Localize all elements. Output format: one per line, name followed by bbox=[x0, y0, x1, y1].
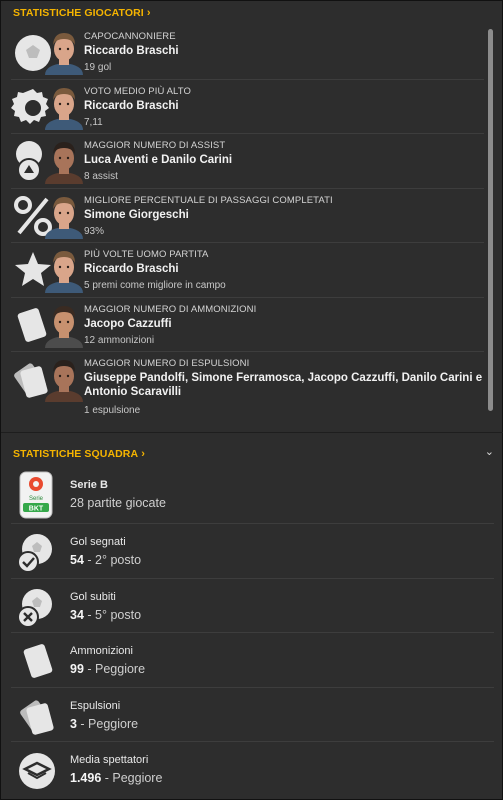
player-name-link[interactable]: Riccardo Braschi bbox=[84, 262, 484, 276]
player-stats-list: CAPOCANNONIERE Riccardo Braschi 19 gol VOTO… bbox=[11, 25, 484, 428]
player-name-link[interactable]: Luca Aventi e Danilo Carini bbox=[84, 153, 484, 167]
team-goals-conceded-row[interactable]: Gol subiti 34 - 5° posto bbox=[11, 579, 494, 633]
player-stat-row[interactable]: MAGGIOR NUMERO DI ESPULSIONI Giuseppe Pan… bbox=[11, 352, 484, 428]
stat-category: MAGGIOR NUMERO DI ASSIST bbox=[84, 140, 226, 151]
team-stats-list: Serie BKT Serie B 28 partite giocate Gol… bbox=[11, 466, 494, 797]
stat-category: PIÙ VOLTE UOMO PARTITA bbox=[84, 249, 209, 260]
stat-category: CAPOCANNONIERE bbox=[84, 31, 176, 42]
player-stat-row[interactable]: CAPOCANNONIERE Riccardo Braschi 19 gol bbox=[11, 25, 484, 80]
player-avatar[interactable] bbox=[41, 138, 87, 184]
section-divider bbox=[1, 432, 503, 433]
yellow-cards-value: 99 bbox=[70, 662, 84, 676]
player-stats-header[interactable]: STATISTICHE GIOCATORI › bbox=[1, 1, 503, 25]
attendance-rank: - Peggiore bbox=[101, 771, 163, 785]
chevron-right-icon: › bbox=[146, 7, 151, 19]
player-avatar[interactable] bbox=[41, 84, 87, 130]
player-stat-row[interactable]: PIÙ VOLTE UOMO PARTITA Riccardo Braschi 5 … bbox=[11, 243, 484, 298]
player-name-link[interactable]: Giuseppe Pandolfi, Simone Ferramosca, Ja… bbox=[84, 371, 484, 399]
goals-conceded-rank: - 5° posto bbox=[83, 607, 142, 622]
stat-value: 5 premi come migliore in campo bbox=[84, 280, 226, 291]
team-attendance-row[interactable]: Media spettatori 1.496 - Peggiore bbox=[11, 742, 494, 797]
player-name-link[interactable]: Simone Giorgeschi bbox=[84, 208, 484, 222]
player-stats-title[interactable]: STATISTICHE GIOCATORI › bbox=[13, 7, 151, 19]
player-stat-row[interactable]: MAGGIOR NUMERO DI AMMONIZIONI Jacopo Cazz… bbox=[11, 298, 484, 352]
stat-value: 7,11 bbox=[84, 116, 103, 128]
ball-check-icon bbox=[17, 534, 52, 573]
stadium-icon bbox=[19, 753, 55, 789]
league-name: Serie B bbox=[70, 479, 108, 491]
serie-b-logo-subtext: BKT bbox=[29, 506, 44, 513]
scrollbar-thumb[interactable] bbox=[488, 29, 493, 411]
team-goals-scored-row[interactable]: Gol segnati 54 - 2° posto bbox=[11, 524, 494, 579]
yellow-card-icon bbox=[23, 644, 53, 678]
goals-scored-value: 54 bbox=[70, 553, 84, 567]
chevron-right-icon: › bbox=[141, 448, 145, 460]
team-stats-title[interactable]: STATISTICHE SQUADRA › bbox=[13, 448, 145, 460]
stat-value: 93% bbox=[84, 225, 105, 237]
stat-category: MAGGIOR NUMERO DI AMMONIZIONI bbox=[84, 303, 257, 315]
player-stat-row[interactable]: VOTO MEDIO PIÙ ALTO Riccardo Braschi 7,11 bbox=[11, 80, 484, 134]
team-stats-header[interactable]: STATISTICHE SQUADRA › ⌄ bbox=[1, 442, 503, 466]
red-card-icon bbox=[20, 699, 54, 735]
yellow-cards-label: Ammonizioni bbox=[70, 645, 133, 657]
player-avatar[interactable] bbox=[41, 29, 87, 75]
stat-value: 19 gol bbox=[84, 62, 112, 73]
serie-b-logo-text: Serie bbox=[29, 496, 44, 502]
team-yellow-cards-row[interactable]: Ammonizioni 99 - Peggiore bbox=[11, 633, 494, 688]
player-name-link[interactable]: Riccardo Braschi bbox=[84, 44, 484, 58]
goals-conceded-value: 34 bbox=[70, 607, 84, 622]
red-cards-value: 3 bbox=[70, 716, 77, 731]
attendance-label: Media spettatori bbox=[70, 754, 149, 766]
team-red-cards-row[interactable]: Espulsioni 3 - Peggiore bbox=[11, 688, 494, 742]
stats-panel: STATISTICHE GIOCATORI › CAPOCANNONIERE Ric… bbox=[0, 0, 503, 800]
ball-cross-icon bbox=[17, 588, 52, 628]
stat-category: VOTO MEDIO PIÙ ALTO bbox=[84, 85, 191, 97]
serie-b-logo-icon: Serie BKT bbox=[19, 471, 53, 519]
goals-scored-rank: - 2° posto bbox=[83, 553, 142, 567]
player-avatar[interactable] bbox=[41, 193, 87, 239]
stat-value: 12 ammonizioni bbox=[84, 334, 155, 346]
player-name-link[interactable]: Jacopo Cazzuffi bbox=[84, 317, 484, 331]
stat-category: MIGLIORE PERCENTUALE DI PASSAGGI COMPLET… bbox=[84, 194, 333, 206]
player-name-link[interactable]: Riccardo Braschi bbox=[84, 99, 484, 113]
stat-value: 1 espulsione bbox=[84, 405, 141, 416]
collapse-chevron-icon[interactable]: ⌄ bbox=[485, 445, 494, 458]
stat-value: 8 assist bbox=[84, 171, 118, 182]
red-cards-rank: - Peggiore bbox=[76, 716, 139, 731]
league-detail: 28 partite giocate bbox=[70, 496, 166, 510]
goals-conceded-label: Gol subiti bbox=[70, 590, 116, 603]
team-league-row[interactable]: Serie BKT Serie B 28 partite giocate bbox=[11, 466, 494, 524]
player-avatar[interactable] bbox=[41, 356, 87, 402]
player-stat-row[interactable]: MIGLIORE PERCENTUALE DI PASSAGGI COMPLET… bbox=[11, 189, 484, 243]
player-stat-row[interactable]: MAGGIOR NUMERO DI ASSIST Luca Aventi e Da… bbox=[11, 134, 484, 189]
player-avatar[interactable] bbox=[41, 247, 87, 293]
red-cards-label: Espulsioni bbox=[70, 699, 121, 712]
yellow-cards-rank: - Peggiore bbox=[83, 662, 146, 676]
stat-category: MAGGIOR NUMERO DI ESPULSIONI bbox=[84, 358, 250, 369]
goals-scored-label: Gol segnati bbox=[70, 536, 126, 548]
attendance-value: 1.496 bbox=[70, 771, 102, 785]
player-avatar[interactable] bbox=[41, 302, 87, 348]
scrollbar[interactable] bbox=[488, 29, 493, 411]
